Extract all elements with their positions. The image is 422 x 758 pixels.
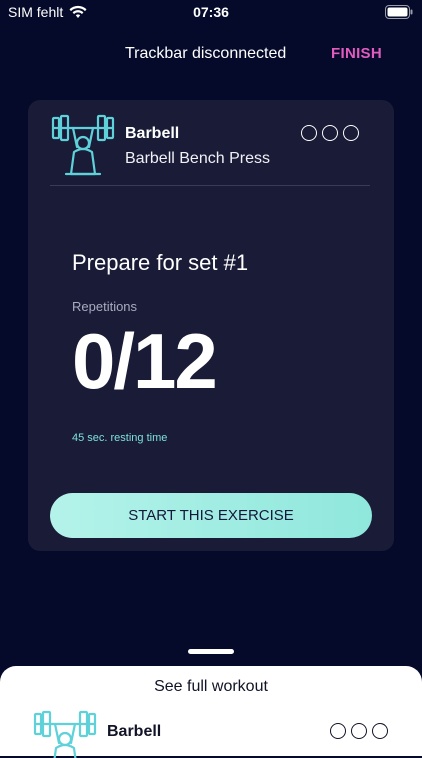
trackbar-connection-status: Trackbar disconnected (125, 45, 287, 62)
prepare-set-title: Prepare for set #1 (72, 250, 249, 275)
clock: 07:36 (193, 4, 229, 20)
set-dot-1 (330, 723, 346, 739)
sheet-set-indicators (330, 723, 388, 739)
set-dot-2 (351, 723, 367, 739)
workout-bottom-sheet[interactable]: See full workout Barbell (0, 666, 422, 758)
start-exercise-button[interactable]: START THIS EXERCISE (50, 493, 372, 538)
barbell-icon (50, 112, 116, 178)
equipment-name: Barbell (125, 125, 180, 142)
resting-time-label: 45 sec. resting time (72, 432, 168, 444)
sheet-drag-handle[interactable] (188, 649, 234, 654)
exercise-card: Barbell Barbell Bench Press Prepare for … (28, 100, 394, 551)
set-dot-3 (372, 723, 388, 739)
repetitions-counter: 0/12 (72, 317, 218, 405)
divider (50, 185, 370, 186)
status-bar: SIM fehlt 07:36 (0, 0, 422, 26)
barbell-icon (32, 708, 98, 758)
set-dot-3 (343, 125, 359, 141)
set-dot-2 (322, 125, 338, 141)
finish-button[interactable]: FINISH (331, 45, 382, 62)
repetitions-label: Repetitions (72, 299, 138, 314)
see-full-workout-button[interactable]: See full workout (0, 678, 422, 696)
sheet-equipment-name: Barbell (107, 723, 162, 740)
set-indicators (301, 125, 359, 141)
battery-icon (385, 5, 413, 19)
exercise-name: Barbell Bench Press (125, 150, 270, 167)
set-dot-1 (301, 125, 317, 141)
